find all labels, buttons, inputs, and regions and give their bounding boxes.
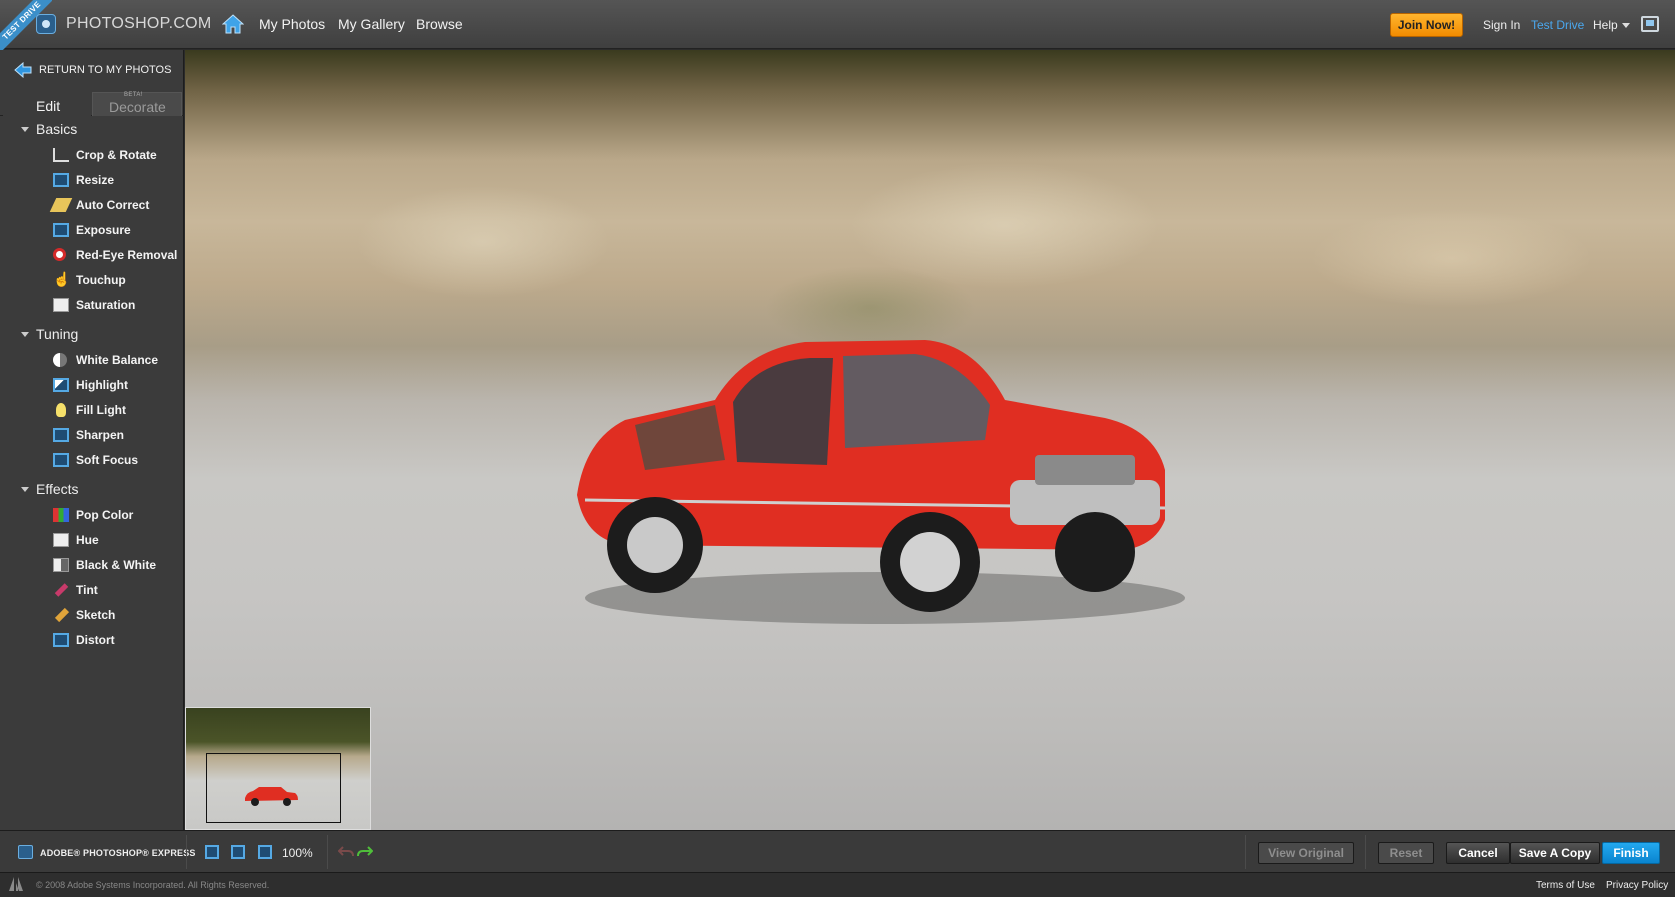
- tool-black-white[interactable]: Black & White: [53, 555, 181, 575]
- redo-icon[interactable]: [357, 844, 373, 860]
- zoom-icon[interactable]: [258, 845, 272, 859]
- photoshop-logo-icon[interactable]: [36, 14, 56, 34]
- app-label: ADOBE® PHOTOSHOP® EXPRESS: [40, 848, 196, 858]
- toy-car-photo: [577, 340, 1185, 624]
- red-eye-icon: [53, 248, 66, 261]
- section-effects-title[interactable]: Effects: [36, 481, 79, 497]
- distort-icon: [53, 633, 69, 647]
- auto-correct-icon: [49, 198, 73, 212]
- tool-crop-rotate[interactable]: Crop & Rotate: [53, 145, 181, 165]
- tool-soft-focus[interactable]: Soft Focus: [53, 450, 181, 470]
- privacy-policy-link[interactable]: Privacy Policy: [1606, 880, 1668, 891]
- tool-fill-light[interactable]: Fill Light: [53, 400, 181, 420]
- return-to-my-photos-button[interactable]: RETURN TO MY PHOTOS: [0, 50, 184, 90]
- tool-exposure[interactable]: Exposure: [53, 220, 181, 240]
- zoom-level: 100%: [282, 846, 313, 860]
- thumbnail-car-image: [245, 787, 298, 806]
- tool-white-balance[interactable]: White Balance: [53, 350, 181, 370]
- toolbar-divider: [1245, 835, 1246, 869]
- bottom-toolbar: ADOBE® PHOTOSHOP® EXPRESS 100% View Orig…: [0, 830, 1675, 872]
- black-white-icon: [53, 558, 69, 572]
- tool-sketch[interactable]: Sketch: [53, 605, 181, 625]
- save-a-copy-button[interactable]: Save A Copy: [1510, 842, 1600, 864]
- footer: © 2008 Adobe Systems Incorporated. All R…: [0, 872, 1675, 897]
- tint-pen-icon: [54, 583, 69, 597]
- home-icon[interactable]: [222, 13, 244, 35]
- exposure-icon: [53, 223, 69, 237]
- sharpen-icon: [53, 428, 69, 442]
- tool-hue[interactable]: Hue: [53, 530, 181, 550]
- view-original-button[interactable]: View Original: [1258, 842, 1354, 864]
- adobe-logo-icon: [9, 877, 23, 891]
- navigator-thumbnail[interactable]: [185, 707, 371, 830]
- copyright-text: © 2008 Adobe Systems Incorporated. All R…: [36, 880, 270, 890]
- hand-pointer-icon: ☝: [53, 271, 71, 287]
- tool-touchup[interactable]: ☝ Touchup: [53, 270, 181, 290]
- reset-button[interactable]: Reset: [1378, 842, 1434, 864]
- section-tuning[interactable]: Tuning: [20, 326, 78, 342]
- back-arrow-icon[interactable]: [14, 62, 32, 78]
- soft-focus-icon: [53, 453, 69, 467]
- beta-badge: BETA!: [124, 92, 143, 98]
- toolbar-divider: [327, 835, 328, 869]
- tools-sidebar: RETURN TO MY PHOTOS Edit Decorate BETA! …: [0, 50, 184, 830]
- undo-icon[interactable]: [338, 844, 354, 860]
- tool-distort[interactable]: Distort: [53, 630, 181, 650]
- test-drive-link[interactable]: Test Drive: [1531, 18, 1584, 32]
- chevron-down-icon[interactable]: [1622, 23, 1630, 28]
- tab-edit[interactable]: Edit: [3, 92, 91, 116]
- join-now-button[interactable]: Join Now!: [1390, 13, 1463, 37]
- pop-color-icon: [53, 508, 69, 522]
- nav-my-gallery[interactable]: My Gallery: [338, 16, 405, 32]
- section-basics[interactable]: Basics: [20, 121, 77, 137]
- pencil-icon: [54, 607, 70, 623]
- finish-button[interactable]: Finish: [1602, 842, 1660, 864]
- nav-my-photos[interactable]: My Photos: [259, 16, 325, 32]
- toolbar-divider: [1365, 835, 1366, 869]
- return-label[interactable]: RETURN TO MY PHOTOS: [39, 64, 171, 76]
- highlight-icon: [53, 378, 69, 392]
- actual-size-icon[interactable]: [231, 845, 245, 859]
- photo-canvas[interactable]: [185, 50, 1675, 830]
- section-tuning-title[interactable]: Tuning: [36, 326, 78, 342]
- section-basics-title[interactable]: Basics: [36, 121, 77, 137]
- tool-auto-correct[interactable]: Auto Correct: [49, 195, 181, 215]
- help-menu[interactable]: Help: [1593, 18, 1618, 32]
- tool-pop-color[interactable]: Pop Color: [53, 505, 181, 525]
- top-bar: TEST DRIVE PHOTOSHOP.COM My Photos My Ga…: [0, 0, 1675, 52]
- tool-tint[interactable]: Tint: [53, 580, 181, 600]
- cancel-button[interactable]: Cancel: [1446, 842, 1510, 864]
- hue-icon: [53, 533, 69, 547]
- tool-red-eye-removal[interactable]: Red-Eye Removal: [53, 245, 181, 265]
- saturation-icon: [53, 298, 69, 312]
- crop-icon: [53, 148, 69, 162]
- resize-icon: [53, 173, 69, 187]
- photoshop-express-logo-icon: [18, 845, 33, 859]
- tool-saturation[interactable]: Saturation: [53, 295, 181, 315]
- terms-of-use-link[interactable]: Terms of Use: [1536, 880, 1595, 891]
- sidebar-tabs: Edit Decorate: [0, 90, 184, 116]
- light-bulb-icon: [56, 403, 66, 417]
- nav-browse[interactable]: Browse: [416, 16, 463, 32]
- brand-name[interactable]: PHOTOSHOP.COM: [66, 15, 212, 33]
- fullscreen-icon[interactable]: [1641, 16, 1659, 32]
- fit-to-screen-icon[interactable]: [205, 845, 219, 859]
- tool-highlight[interactable]: Highlight: [53, 375, 181, 395]
- toolbar-divider: [186, 835, 187, 869]
- tool-sharpen[interactable]: Sharpen: [53, 425, 181, 445]
- white-balance-icon: [53, 353, 67, 367]
- tool-resize[interactable]: Resize: [53, 170, 181, 190]
- sign-in-link[interactable]: Sign In: [1483, 18, 1520, 32]
- section-effects[interactable]: Effects: [21, 481, 79, 497]
